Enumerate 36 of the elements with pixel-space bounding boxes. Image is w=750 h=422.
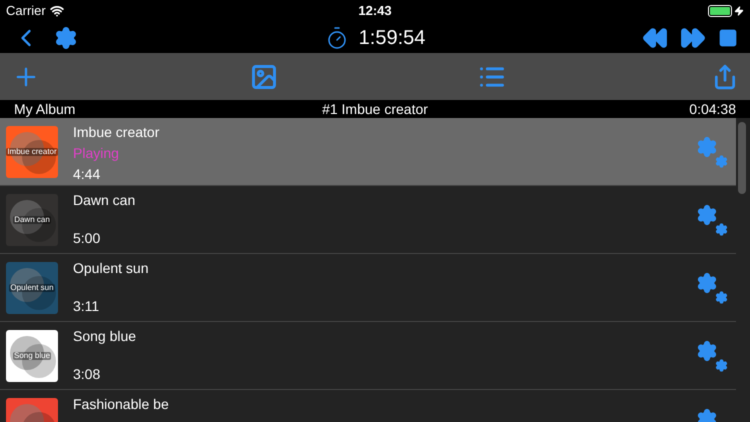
elapsed-time: 1:59:54	[358, 26, 426, 50]
image-button[interactable]	[250, 62, 278, 90]
image-icon	[250, 62, 278, 90]
song-title: Dawn can	[73, 191, 136, 210]
track-duration: 0:04:38	[688, 100, 736, 118]
song-duration: 3:08	[73, 365, 102, 384]
song-title: Fashionable be	[73, 395, 170, 414]
charging-icon	[734, 6, 744, 16]
gears-icon[interactable]	[696, 272, 728, 304]
stop-icon	[718, 28, 738, 48]
song-duration: 3:11	[73, 297, 100, 316]
battery-icon	[708, 5, 732, 17]
song-title: Song blue	[73, 327, 138, 346]
scrollbar	[738, 122, 746, 194]
song-duration: 5:00	[73, 229, 102, 248]
current-track: #1 Imbue creator	[322, 100, 428, 118]
share-button[interactable]	[712, 64, 738, 90]
artwork-title: Song blue	[12, 352, 52, 360]
gears-icon[interactable]	[696, 204, 728, 236]
share-icon	[712, 64, 738, 90]
artwork-title: Imbue creator	[6, 148, 58, 156]
song-title: Opulent sun	[73, 259, 150, 278]
stop-button[interactable]	[718, 28, 738, 48]
song-title: Imbue creator	[73, 123, 160, 142]
song-duration: 4:44	[73, 165, 102, 184]
artwork-title: Dawn can	[13, 216, 51, 224]
settings-icon	[54, 26, 78, 50]
playing-status: Playing	[73, 144, 120, 163]
album-name: My Album	[14, 100, 76, 119]
gears-icon[interactable]	[696, 340, 728, 372]
settings-button[interactable]	[54, 26, 78, 50]
artwork-title: Opulent sun	[9, 284, 55, 292]
carrier-label: Carrier	[6, 2, 46, 20]
wifi-icon	[50, 4, 64, 18]
clock-time: 12:43	[358, 2, 392, 20]
song-row[interactable]: Imbue creator Imbue creator Playing 4:44	[0, 118, 736, 186]
